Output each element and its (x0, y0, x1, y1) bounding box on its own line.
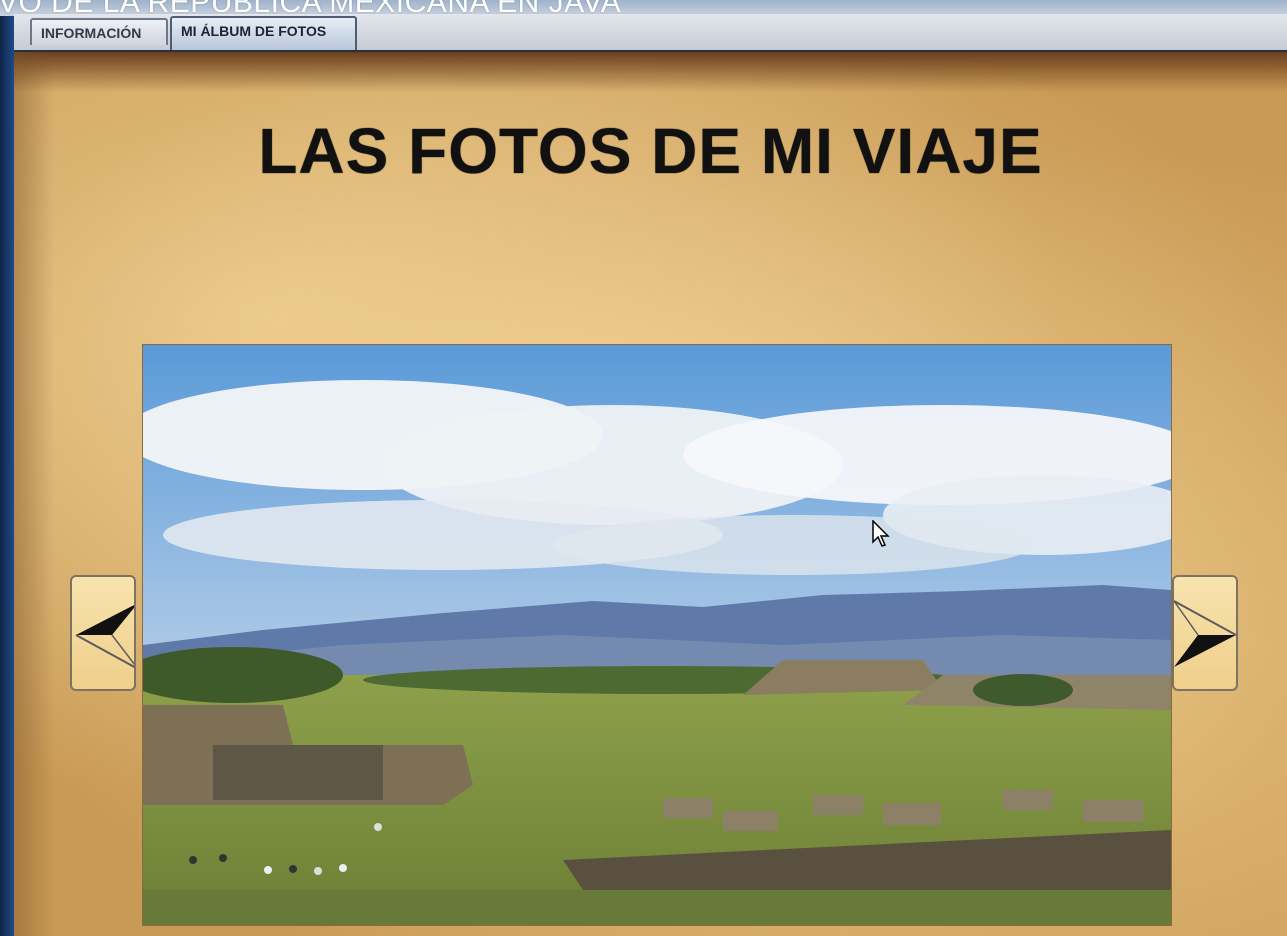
previous-photo-button[interactable] (70, 575, 136, 691)
album-heading: LAS FOTOS DE MI VIAJE (258, 115, 1043, 187)
photo-image (143, 345, 1171, 925)
tab-strip: INFORMACIÓN MI ÁLBUM DE FOTOS (14, 14, 1287, 52)
parchment-torn-edge (14, 52, 1287, 92)
album-photo (142, 344, 1172, 926)
album-panel: LAS FOTOS DE MI VIAJE (14, 52, 1287, 936)
arrow-left-icon (75, 605, 134, 668)
window-left-frame (0, 16, 14, 936)
next-photo-button[interactable] (1172, 575, 1238, 691)
tab-informacion[interactable]: INFORMACIÓN (30, 18, 168, 45)
tab-mi-album-de-fotos[interactable]: MI ÁLBUM DE FOTOS (170, 16, 357, 50)
arrow-right-icon (1174, 600, 1236, 667)
mouse-cursor-icon (872, 520, 890, 547)
